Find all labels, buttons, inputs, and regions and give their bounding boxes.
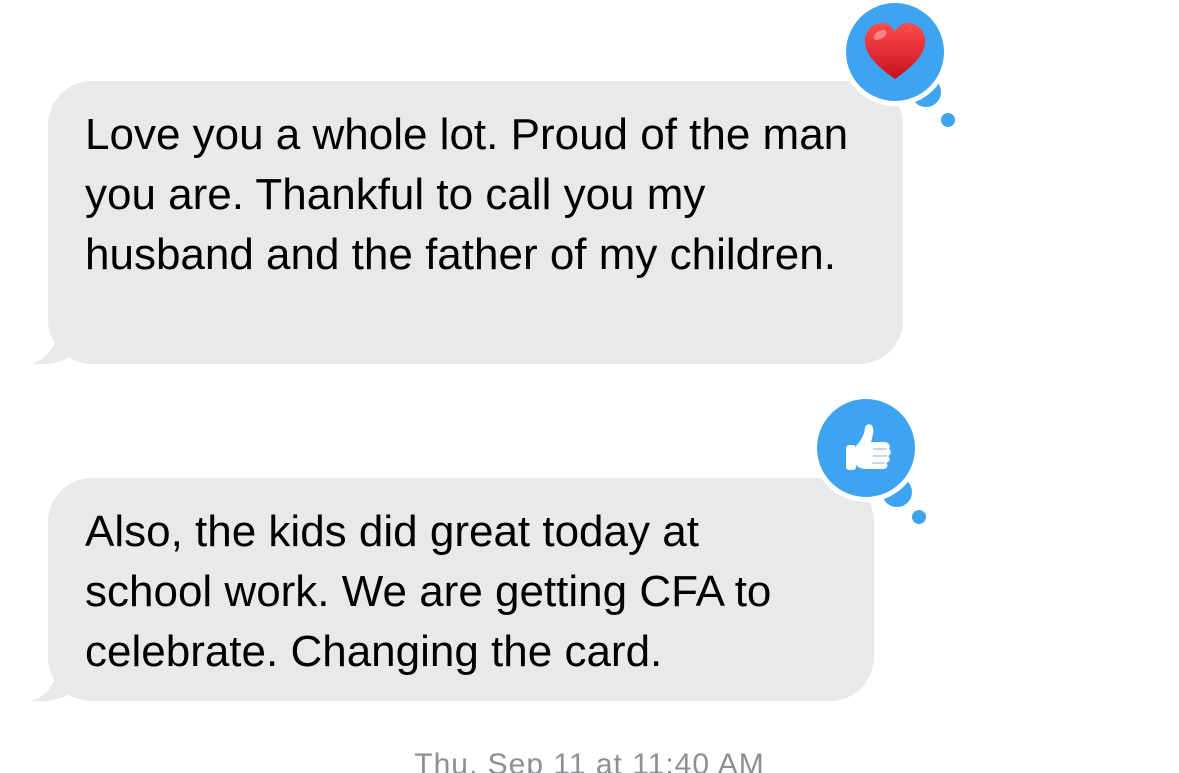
thumbs-up-reaction-tapback[interactable] (812, 394, 920, 502)
message-bubble-received[interactable]: Love you a whole lot. Proud of the man y… (48, 81, 903, 364)
heart-reaction-tapback[interactable] (841, 0, 949, 106)
tapback-tail-dot-small (941, 113, 955, 127)
message-text: Love you a whole lot. Proud of the man y… (85, 110, 849, 279)
messages-screen: Love you a whole lot. Proud of the man y… (0, 0, 1179, 773)
message-bubble-received[interactable]: Also, the kids did great today at school… (48, 478, 874, 701)
message-timestamp: Thu, Sep 11 at 11:40 AM (414, 748, 765, 773)
tapback-tail-dot-small (912, 510, 926, 524)
message-text: Also, the kids did great today at school… (85, 507, 772, 676)
thumbs-up-icon (846, 424, 891, 470)
heart-icon (864, 23, 926, 79)
